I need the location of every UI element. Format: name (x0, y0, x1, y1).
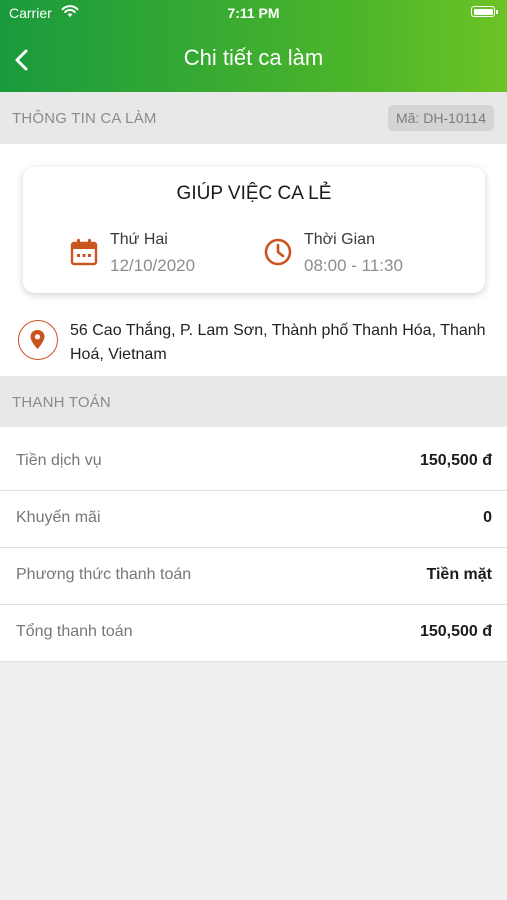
payment-row-label: Khuyến mãi (16, 509, 101, 526)
payment-list-top-padding (0, 427, 507, 434)
order-code-badge: Mã: DH-10114 (387, 105, 494, 131)
page-title: Chi tiết ca làm (183, 45, 324, 70)
payment-row-promotion: Khuyến mãi 0 (0, 491, 507, 548)
payment-row-value: 0 (483, 509, 492, 526)
payment-section-title: THANH TOÁN (12, 394, 111, 411)
payment-row-label: Tổng thanh toán (16, 623, 133, 640)
shift-card: GIÚP VIỆC CA LẺ Thứ Hai 12/10/2020 Thời … (23, 167, 485, 293)
address-text: 56 Cao Thắng, P. Lam Sơn, Thành phố Than… (70, 322, 486, 363)
service-title: GIÚP VIỆC CA LẺ (176, 183, 332, 204)
date-value: 12/10/2020 (110, 256, 196, 275)
app-header: Carrier 7:11 PM Chi tiết ca làm (0, 0, 507, 92)
time-label: Thời Gian (304, 231, 375, 248)
battery-icon (471, 6, 498, 17)
payment-row-total: Tổng thanh toán 150,500 đ (0, 605, 507, 662)
shift-info-section-title: THÔNG TIN CA LÀM (12, 110, 157, 127)
date-label: Thứ Hai (110, 231, 168, 248)
clock-icon (264, 238, 292, 266)
status-time: 7:11 PM (227, 5, 280, 21)
payment-section-header: THANH TOÁN (0, 376, 507, 427)
calendar-icon (70, 239, 98, 266)
shift-info-section-header: THÔNG TIN CA LÀM Mã: DH-10114 (0, 92, 507, 144)
payment-row-value: 150,500 đ (419, 452, 492, 469)
payment-row-label: Tiền dịch vụ (16, 452, 102, 469)
payment-row-service-fee: Tiền dịch vụ 150,500 đ (0, 434, 507, 491)
status-bar: Carrier 7:11 PM (0, 0, 507, 28)
location-pin-icon (18, 320, 58, 360)
payment-row-value: Tiền mặt (426, 566, 493, 583)
payment-row-label: Phương thức thanh toán (16, 566, 192, 583)
time-value: 08:00 - 11:30 (304, 256, 403, 275)
payment-row-value: 150,500 đ (419, 623, 492, 640)
payment-row-method: Phương thức thanh toán Tiền mặt (0, 548, 507, 605)
